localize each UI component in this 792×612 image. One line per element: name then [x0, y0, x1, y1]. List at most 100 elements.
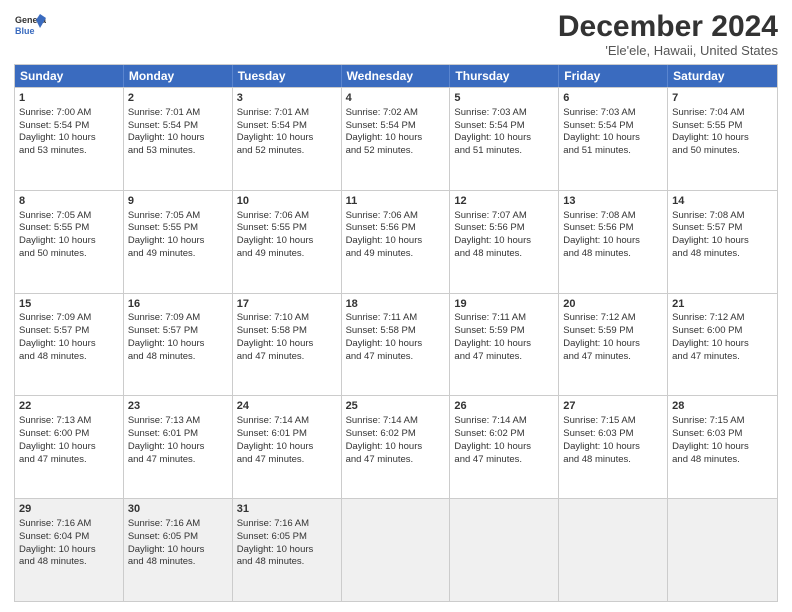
day-info: Sunset: 5:56 PM: [454, 222, 554, 235]
header-sunday: Sunday: [15, 65, 124, 87]
page-header: General Blue December 2024 'Ele'ele, Haw…: [14, 10, 778, 58]
day-info: and 47 minutes.: [237, 454, 337, 467]
day-number: 7: [672, 91, 773, 106]
calendar-cell: 24Sunrise: 7:14 AMSunset: 6:01 PMDayligh…: [233, 396, 342, 498]
day-info: Sunrise: 7:02 AM: [346, 107, 446, 120]
day-info: Sunrise: 7:16 AM: [237, 518, 337, 531]
day-info: Sunrise: 7:03 AM: [454, 107, 554, 120]
day-info: Daylight: 10 hours: [19, 338, 119, 351]
calendar-cell: [342, 499, 451, 601]
day-number: 17: [237, 297, 337, 312]
svg-text:Blue: Blue: [15, 26, 35, 36]
day-info: Sunrise: 7:04 AM: [672, 107, 773, 120]
day-info: Sunset: 5:54 PM: [346, 120, 446, 133]
day-number: 26: [454, 399, 554, 414]
day-info: Daylight: 10 hours: [454, 441, 554, 454]
day-info: and 47 minutes.: [454, 351, 554, 364]
day-info: Daylight: 10 hours: [346, 235, 446, 248]
calendar: Sunday Monday Tuesday Wednesday Thursday…: [14, 64, 778, 602]
day-info: Sunrise: 7:13 AM: [19, 415, 119, 428]
day-number: 1: [19, 91, 119, 106]
header-wednesday: Wednesday: [342, 65, 451, 87]
calendar-cell: 5Sunrise: 7:03 AMSunset: 5:54 PMDaylight…: [450, 88, 559, 190]
day-number: 12: [454, 194, 554, 209]
calendar-cell: 17Sunrise: 7:10 AMSunset: 5:58 PMDayligh…: [233, 294, 342, 396]
day-number: 28: [672, 399, 773, 414]
day-info: and 48 minutes.: [672, 454, 773, 467]
day-info: Daylight: 10 hours: [19, 441, 119, 454]
day-info: Daylight: 10 hours: [454, 132, 554, 145]
calendar-cell: 30Sunrise: 7:16 AMSunset: 6:05 PMDayligh…: [124, 499, 233, 601]
day-info: and 48 minutes.: [128, 351, 228, 364]
day-number: 13: [563, 194, 663, 209]
day-info: Sunrise: 7:13 AM: [128, 415, 228, 428]
day-number: 3: [237, 91, 337, 106]
day-info: Sunset: 6:03 PM: [563, 428, 663, 441]
calendar-cell: 14Sunrise: 7:08 AMSunset: 5:57 PMDayligh…: [668, 191, 777, 293]
calendar-cell: 16Sunrise: 7:09 AMSunset: 5:57 PMDayligh…: [124, 294, 233, 396]
calendar-cell: 10Sunrise: 7:06 AMSunset: 5:55 PMDayligh…: [233, 191, 342, 293]
calendar-week-2: 8Sunrise: 7:05 AMSunset: 5:55 PMDaylight…: [15, 190, 777, 293]
day-number: 15: [19, 297, 119, 312]
day-info: and 53 minutes.: [19, 145, 119, 158]
day-info: Sunset: 5:57 PM: [128, 325, 228, 338]
day-info: and 47 minutes.: [346, 454, 446, 467]
day-info: Sunset: 5:55 PM: [19, 222, 119, 235]
day-info: Daylight: 10 hours: [346, 338, 446, 351]
calendar-week-3: 15Sunrise: 7:09 AMSunset: 5:57 PMDayligh…: [15, 293, 777, 396]
day-number: 4: [346, 91, 446, 106]
day-info: Sunset: 5:59 PM: [563, 325, 663, 338]
day-info: Daylight: 10 hours: [563, 235, 663, 248]
calendar-cell: [450, 499, 559, 601]
calendar-cell: 2Sunrise: 7:01 AMSunset: 5:54 PMDaylight…: [124, 88, 233, 190]
calendar-cell: 22Sunrise: 7:13 AMSunset: 6:00 PMDayligh…: [15, 396, 124, 498]
day-info: and 48 minutes.: [672, 248, 773, 261]
day-info: Daylight: 10 hours: [672, 338, 773, 351]
calendar-subtitle: 'Ele'ele, Hawaii, United States: [558, 43, 778, 58]
calendar-cell: 3Sunrise: 7:01 AMSunset: 5:54 PMDaylight…: [233, 88, 342, 190]
day-info: Sunrise: 7:12 AM: [672, 312, 773, 325]
calendar-cell: 18Sunrise: 7:11 AMSunset: 5:58 PMDayligh…: [342, 294, 451, 396]
calendar-cell: 26Sunrise: 7:14 AMSunset: 6:02 PMDayligh…: [450, 396, 559, 498]
day-info: and 49 minutes.: [128, 248, 228, 261]
header-friday: Friday: [559, 65, 668, 87]
day-info: and 48 minutes.: [454, 248, 554, 261]
day-info: Daylight: 10 hours: [19, 235, 119, 248]
day-info: and 47 minutes.: [563, 351, 663, 364]
calendar-week-4: 22Sunrise: 7:13 AMSunset: 6:00 PMDayligh…: [15, 395, 777, 498]
day-info: Daylight: 10 hours: [563, 132, 663, 145]
day-info: Daylight: 10 hours: [237, 544, 337, 557]
day-info: Sunrise: 7:14 AM: [346, 415, 446, 428]
day-info: Daylight: 10 hours: [128, 338, 228, 351]
day-info: Sunset: 5:59 PM: [454, 325, 554, 338]
day-info: and 48 minutes.: [128, 556, 228, 569]
day-info: Daylight: 10 hours: [237, 338, 337, 351]
header-tuesday: Tuesday: [233, 65, 342, 87]
day-info: Daylight: 10 hours: [672, 132, 773, 145]
day-info: and 47 minutes.: [19, 454, 119, 467]
day-info: and 47 minutes.: [346, 351, 446, 364]
day-number: 6: [563, 91, 663, 106]
day-number: 22: [19, 399, 119, 414]
day-info: and 48 minutes.: [19, 351, 119, 364]
day-number: 29: [19, 502, 119, 517]
day-number: 27: [563, 399, 663, 414]
day-info: Sunrise: 7:09 AM: [19, 312, 119, 325]
day-info: Daylight: 10 hours: [19, 544, 119, 557]
day-info: Sunset: 5:55 PM: [128, 222, 228, 235]
day-info: Daylight: 10 hours: [563, 338, 663, 351]
day-info: Daylight: 10 hours: [128, 132, 228, 145]
day-number: 11: [346, 194, 446, 209]
day-info: and 47 minutes.: [672, 351, 773, 364]
calendar-body: 1Sunrise: 7:00 AMSunset: 5:54 PMDaylight…: [15, 87, 777, 601]
day-info: Daylight: 10 hours: [672, 441, 773, 454]
calendar-cell: 19Sunrise: 7:11 AMSunset: 5:59 PMDayligh…: [450, 294, 559, 396]
calendar-cell: 6Sunrise: 7:03 AMSunset: 5:54 PMDaylight…: [559, 88, 668, 190]
header-saturday: Saturday: [668, 65, 777, 87]
day-info: Sunrise: 7:05 AM: [19, 210, 119, 223]
day-info: Sunrise: 7:07 AM: [454, 210, 554, 223]
calendar-cell: 11Sunrise: 7:06 AMSunset: 5:56 PMDayligh…: [342, 191, 451, 293]
day-info: Sunset: 5:54 PM: [454, 120, 554, 133]
day-info: and 48 minutes.: [563, 248, 663, 261]
day-info: and 52 minutes.: [237, 145, 337, 158]
